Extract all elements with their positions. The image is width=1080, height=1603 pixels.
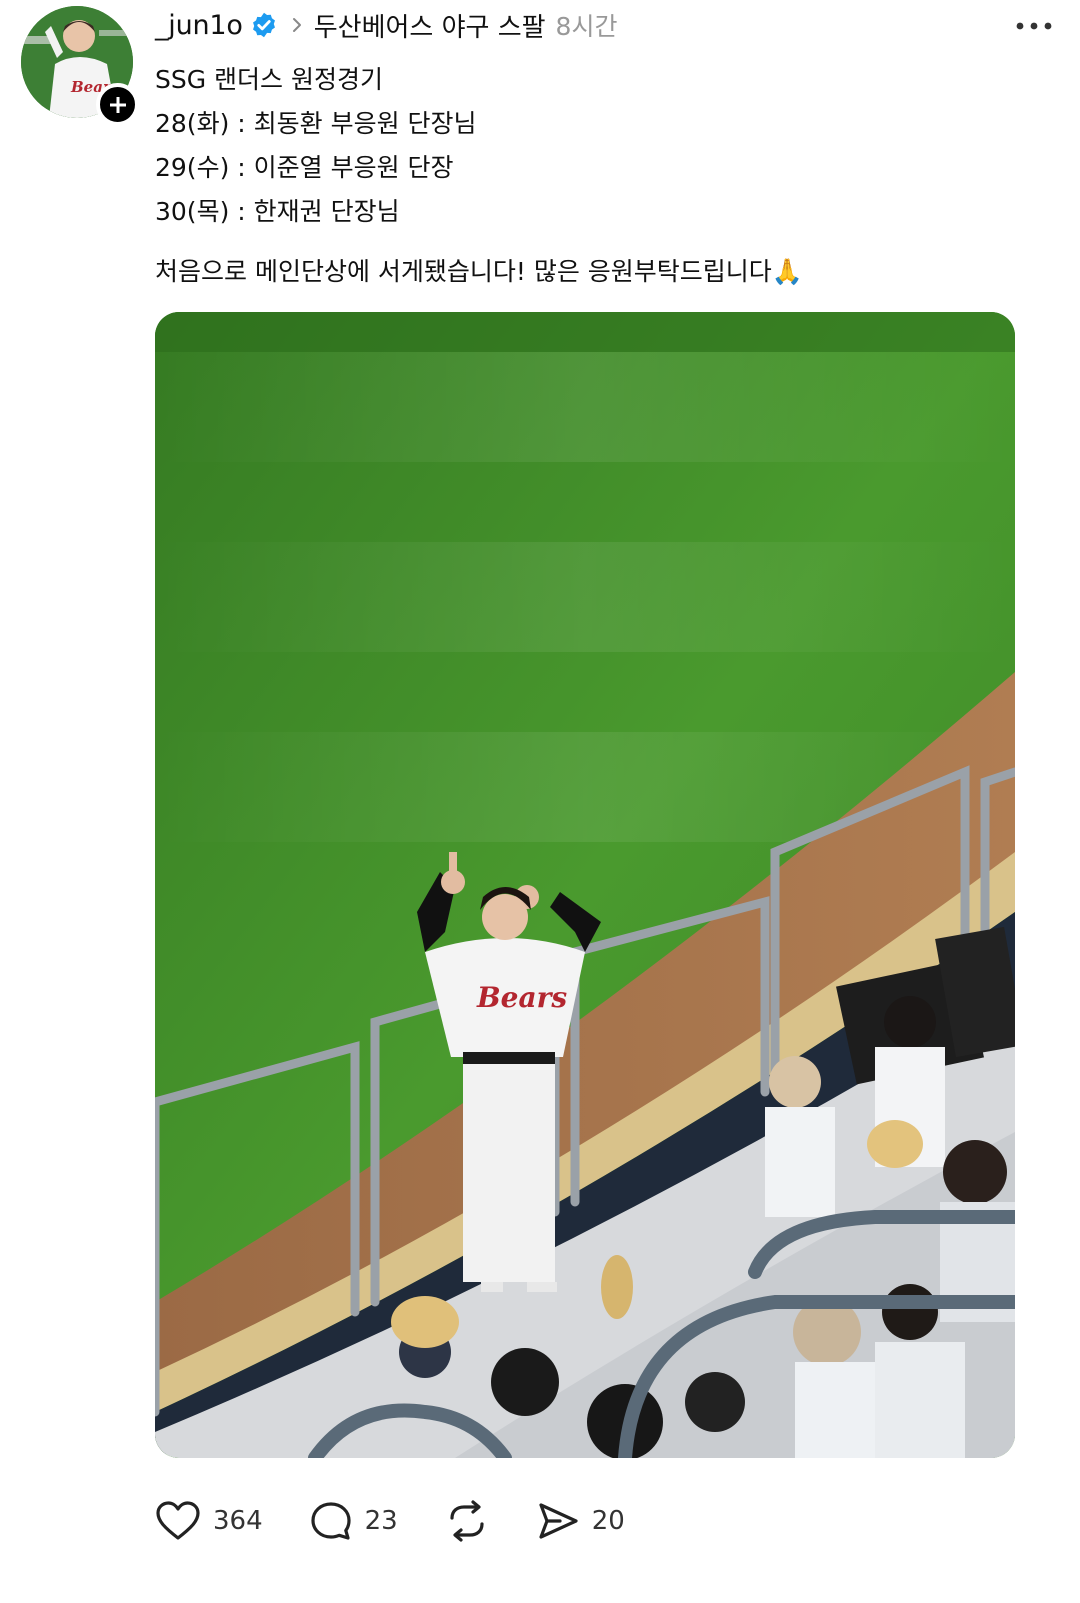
chevron-right-icon xyxy=(292,18,301,32)
comment-icon xyxy=(311,1502,351,1540)
comment-button[interactable]: 23 xyxy=(309,1500,398,1542)
repost-button[interactable] xyxy=(444,1500,490,1542)
like-count: 364 xyxy=(213,1506,263,1536)
topic-link[interactable]: 두산베어스 야구 스팔 xyxy=(314,7,546,44)
post-body: SSG 랜더스 원정경기 28(화) : 최동환 부응원 단장님 29(수) :… xyxy=(155,58,1035,294)
author-avatar-container[interactable]: Bears xyxy=(21,6,139,126)
svg-text:Bears: Bears xyxy=(476,981,567,1014)
post-photo[interactable]: Bears xyxy=(155,312,1015,1458)
post-line: SSG 랜더스 원정경기 xyxy=(155,65,384,94)
plus-icon xyxy=(109,96,126,113)
post-header: _jun1o 두산베어스 야구 스팔 8시간 xyxy=(155,4,1060,46)
like-button[interactable]: 364 xyxy=(155,1500,263,1542)
stadium-photo: Bears xyxy=(155,312,1015,1458)
heart-icon xyxy=(156,1501,200,1540)
follow-button[interactable] xyxy=(96,83,139,126)
share-button[interactable]: 20 xyxy=(536,1500,625,1542)
share-count: 20 xyxy=(591,1506,625,1536)
send-icon xyxy=(539,1503,578,1539)
post-actions: 364 23 20 xyxy=(155,1497,671,1545)
repost-icon xyxy=(450,1500,484,1542)
post-timestamp: 8시간 xyxy=(555,12,618,41)
post-line: 30(목) : 한재권 단장님 xyxy=(155,197,400,226)
verified-badge-icon xyxy=(252,12,275,38)
post-line: 28(화) : 최동환 부응원 단장님 xyxy=(155,109,477,138)
post-message: 처음으로 메인단상에 서게됐습니다! 많은 응원부탁드립니다🙏 xyxy=(155,257,803,286)
post-line: 29(수) : 이준열 부응원 단장 xyxy=(155,153,454,182)
more-dots-icon[interactable] xyxy=(1014,14,1054,38)
comment-count: 23 xyxy=(364,1506,398,1536)
username[interactable]: _jun1o xyxy=(155,10,243,41)
